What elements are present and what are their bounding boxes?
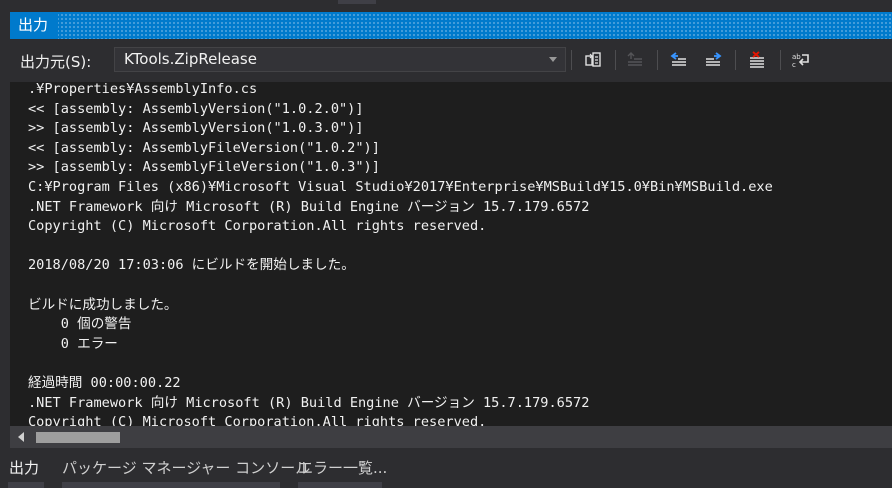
tab-strip-segment: [62, 482, 280, 488]
scroll-left-arrow-icon[interactable]: [18, 432, 24, 442]
tab-error-list[interactable]: エラー一覧...: [298, 457, 387, 478]
output-line: Copyright (C) Microsoft Corporation.All …: [28, 218, 487, 235]
panel-title: 出力: [10, 12, 59, 39]
tab-package-manager-console[interactable]: パッケージ マネージャー コンソール: [62, 457, 310, 478]
source-dropdown-value: KTools.ZipRelease: [124, 50, 257, 68]
svg-text:c: c: [792, 61, 796, 69]
svg-text:ab: ab: [792, 53, 801, 61]
output-line: .NET Framework 向け Microsoft (R) Build En…: [28, 394, 590, 411]
output-line: << [assembly: AssemblyFileVersion("1.0.2…: [28, 139, 380, 156]
source-dropdown[interactable]: KTools.ZipRelease: [114, 47, 566, 72]
bottom-tab-bar: 出力 パッケージ マネージャー コンソール エラー一覧...: [0, 448, 892, 488]
tab-notch: [338, 0, 376, 4]
output-line: << [assembly: AssemblyVersion("1.0.2.0")…: [28, 100, 364, 117]
output-line: C:¥Program Files (x86)¥Microsoft Visual …: [28, 178, 773, 195]
output-line: ビルドに成功しました。: [28, 296, 178, 313]
output-panel-titlebar[interactable]: 出力: [10, 12, 892, 39]
toolbar-separator: [780, 50, 781, 70]
go-to-previous-button[interactable]: [667, 48, 691, 72]
tab-strip-segment: [8, 482, 44, 488]
output-line: Copyright (C) Microsoft Corporation.All …: [28, 414, 487, 426]
toolbar-separator: [657, 50, 658, 70]
find-message-in-code-icon: [585, 52, 601, 67]
source-label: 出力元(S):: [20, 53, 92, 71]
output-line: .¥Properties¥AssemblyInfo.cs: [28, 82, 258, 97]
toolbar-separator: [615, 50, 616, 70]
word-wrap-button[interactable]: ab c: [789, 48, 813, 72]
clear-all-button[interactable]: [745, 48, 769, 72]
previous-message-button[interactable]: [623, 48, 647, 72]
output-line: .NET Framework 向け Microsoft (R) Build En…: [28, 198, 590, 215]
output-line: 0 エラー: [28, 335, 118, 352]
find-message-in-code-button[interactable]: [581, 48, 605, 72]
output-line: 経過時間 00:00:00.22: [28, 374, 181, 391]
horizontal-scrollbar[interactable]: [10, 426, 892, 448]
toolbar-separator: [571, 50, 572, 70]
output-line: >> [assembly: AssemblyFileVersion("1.0.3…: [28, 159, 380, 176]
output-line: >> [assembly: AssemblyVersion("1.0.3.0")…: [28, 120, 364, 137]
output-line: 2018/08/20 17:03:06 にビルドを開始しました。: [28, 257, 355, 274]
go-to-next-icon: [706, 52, 722, 66]
output-lines: .¥Properties¥AssemblyInfo.cs << [assembly…: [28, 82, 773, 426]
previous-message-icon: [627, 52, 642, 66]
go-to-previous-icon: [670, 52, 686, 66]
tab-strip-segment: [298, 482, 382, 488]
top-strip: [0, 0, 892, 10]
scrollbar-thumb[interactable]: [36, 432, 120, 443]
clear-all-icon: [750, 51, 764, 68]
output-text-area[interactable]: .¥Properties¥AssemblyInfo.cs << [assembly…: [10, 82, 892, 426]
tab-output[interactable]: 出力: [9, 457, 39, 478]
output-line: 0 個の警告: [28, 316, 132, 333]
output-toolbar: 出力元(S): KTools.ZipRelease ab c: [10, 40, 892, 82]
toolbar-separator: [735, 50, 736, 70]
chevron-down-icon: [549, 57, 557, 62]
go-to-next-button[interactable]: [701, 48, 725, 72]
word-wrap-icon: ab c: [792, 53, 809, 69]
